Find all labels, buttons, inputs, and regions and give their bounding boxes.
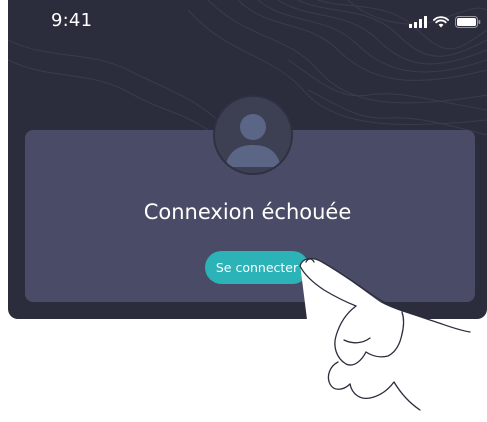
login-failed-title: Connexion échouée — [143, 200, 352, 224]
wifi-icon — [433, 16, 449, 28]
status-icons — [409, 16, 481, 28]
status-time: 9:41 — [51, 10, 93, 31]
phone-screen: 9:41 Connexion échouée Se connecter — [8, 0, 487, 319]
signal-icon — [409, 16, 427, 28]
app-stage: 9:41 Connexion échouée Se connecter — [0, 0, 487, 422]
battery-icon — [455, 16, 481, 28]
user-avatar-icon — [213, 95, 293, 175]
login-button[interactable]: Se connecter — [205, 251, 309, 284]
